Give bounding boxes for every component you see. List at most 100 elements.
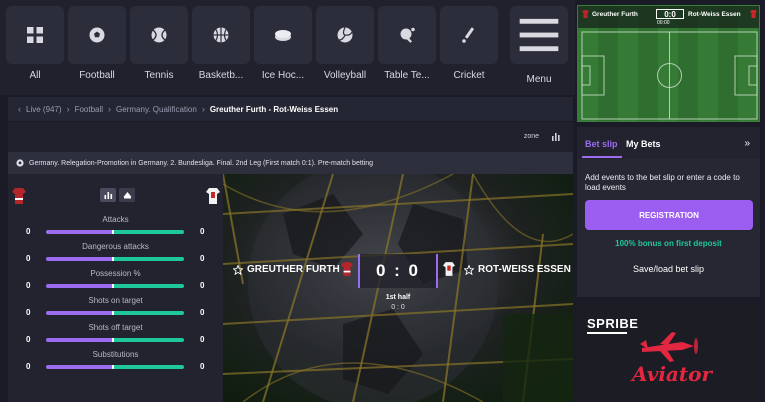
stat-label: Shots off target: [88, 323, 143, 332]
sport-label-table-tennis[interactable]: Table Te...: [375, 70, 439, 81]
chevron-right-icon: ›: [108, 104, 112, 114]
volleyball-icon: [337, 27, 353, 43]
breadcrumb: ‹ Live (947) › Football › Germany. Quali…: [8, 97, 573, 121]
pitch-home-team: Greuther Furth: [592, 11, 638, 18]
stats-view-tabs: [100, 188, 135, 202]
double-chevron-right-icon[interactable]: »: [744, 138, 750, 149]
pitch-header: Greuther Furth 0:0 00:00 Rot-Weiss Essen: [578, 6, 759, 28]
sport-tile-table-tennis[interactable]: [378, 6, 436, 64]
bet-slip-panel: Bet slip My Bets » Add events to the bet…: [577, 127, 760, 297]
stats-tab-pitch[interactable]: [119, 188, 135, 202]
stat-home-value: 0: [26, 308, 31, 317]
sport-label-football[interactable]: Football: [65, 70, 129, 81]
tab-my-bets[interactable]: My Bets: [626, 139, 661, 149]
stat-away-value: 0: [200, 362, 205, 371]
sport-tile-basketball[interactable]: [192, 6, 250, 64]
airplane-icon: [640, 332, 698, 362]
grid-icon: [27, 27, 43, 43]
hockey-puck-icon: [275, 30, 291, 41]
away-shirt-icon: [206, 188, 220, 204]
menu-button[interactable]: [510, 6, 568, 64]
stat-row-attacks: Attacks 0 0: [8, 215, 223, 242]
stat-row-possession: Possession % 0 0: [8, 269, 223, 296]
pitch-clock: 00:00: [657, 20, 670, 26]
stat-away-value: 0: [200, 254, 205, 263]
stat-bar: [46, 338, 184, 342]
home-shirt-icon: [341, 262, 353, 276]
stat-home-value: 0: [26, 281, 31, 290]
breadcrumb-match: Greuther Furth - Rot-Weiss Essen: [209, 104, 339, 114]
football-icon: [16, 159, 24, 167]
registration-button[interactable]: REGISTRATION: [585, 200, 753, 230]
sport-tile-volleyball[interactable]: [316, 6, 374, 64]
stat-bar: [46, 284, 184, 288]
league-header: Germany. Relegation-Promotion in Germany…: [8, 152, 573, 174]
sport-label-all[interactable]: All: [3, 70, 67, 81]
stat-row-substitutions: Substitutions 0 0: [8, 350, 223, 377]
stat-away-value: 0: [200, 335, 205, 344]
score-strip: GREUTHER FURTH 0 : 0 ROT-WEISS ESSEN: [223, 252, 573, 290]
sport-label-volleyball[interactable]: Volleyball: [313, 70, 377, 81]
match-score: 0 : 0: [358, 254, 438, 288]
stat-away-value: 0: [200, 308, 205, 317]
match-stats-panel: Attacks 0 0 Dangerous attacks 0 0 Posses…: [8, 174, 223, 402]
match-period: 1st half: [385, 294, 411, 301]
breadcrumb-live[interactable]: Live (947): [26, 105, 62, 114]
hamburger-icon: [519, 18, 559, 52]
stat-row-shots-off-target: Shots off target 0 0: [8, 323, 223, 350]
away-shirt-icon: [750, 10, 757, 18]
sport-tile-tennis[interactable]: [130, 6, 188, 64]
stat-away-value: 0: [200, 227, 205, 236]
chevron-right-icon: ›: [201, 104, 205, 114]
stat-label: Possession %: [90, 269, 141, 278]
zone-toggle[interactable]: zone: [524, 133, 539, 140]
bonus-text: 100% bonus on first deposit: [615, 239, 722, 248]
match-scoreboard: GREUTHER FURTH 0 : 0 ROT-WEISS ESSEN 1st…: [223, 174, 573, 402]
sport-tile-football[interactable]: [68, 6, 126, 64]
sport-tile-cricket[interactable]: [440, 6, 498, 64]
star-icon[interactable]: [464, 265, 474, 275]
menu-label[interactable]: Menu: [510, 74, 568, 85]
basketball-icon: [213, 27, 229, 43]
breadcrumb-tournament[interactable]: Germany. Qualification: [116, 105, 197, 114]
match-toolbar: zone: [8, 122, 573, 152]
stat-home-value: 0: [26, 362, 31, 371]
stat-row-shots-on-target: Shots on target 0 0: [8, 296, 223, 323]
sport-tile-ice-hockey[interactable]: [254, 6, 312, 64]
pitch-score: 0:0: [656, 9, 684, 19]
tab-bet-slip[interactable]: Bet slip: [585, 139, 618, 149]
stat-label: Shots on target: [88, 296, 143, 305]
sports-nav: All Football Tennis Basketb... Ice Hoc..…: [0, 0, 575, 95]
bar-chart-icon: [104, 192, 112, 199]
sport-label-basketball[interactable]: Basketb...: [189, 70, 253, 81]
chevron-left-icon[interactable]: ‹: [18, 104, 21, 114]
active-tab-indicator: [582, 156, 622, 158]
bet-slip-info: Add events to the bet slip or enter a co…: [585, 173, 740, 192]
aviator-logo: Aviator: [632, 362, 712, 386]
stat-row-dangerous-attacks: Dangerous attacks 0 0: [8, 242, 223, 269]
breadcrumb-sport[interactable]: Football: [75, 105, 103, 114]
bar-chart-icon[interactable]: [551, 131, 561, 141]
stat-label: Attacks: [102, 215, 129, 224]
home-team-name: GREUTHER FURTH: [247, 264, 340, 275]
sport-label-ice-hockey[interactable]: Ice Hoc...: [251, 70, 315, 81]
away-team-name: ROT-WEISS ESSEN: [478, 264, 571, 275]
stats-tab-chart[interactable]: [100, 188, 116, 202]
aviator-promo-banner[interactable]: SPRIBE Aviator: [577, 304, 760, 402]
home-shirt-icon: [12, 188, 26, 204]
period-score: 0 : 0: [391, 304, 405, 311]
save-load-bet-slip-link[interactable]: Save/load bet slip: [577, 264, 760, 274]
stat-home-value: 0: [26, 227, 31, 236]
star-icon[interactable]: [233, 265, 243, 275]
home-shirt-icon: [582, 10, 589, 18]
stat-home-value: 0: [26, 335, 31, 344]
chevron-right-icon: ›: [66, 104, 70, 114]
sport-label-cricket[interactable]: Cricket: [437, 70, 501, 81]
sport-tile-all[interactable]: [6, 6, 64, 64]
stat-away-value: 0: [200, 281, 205, 290]
stat-bar: [46, 311, 184, 315]
stat-bar: [46, 365, 184, 369]
live-pitch-tracker[interactable]: Greuther Furth 0:0 00:00 Rot-Weiss Essen: [577, 5, 760, 122]
stat-label: Substitutions: [92, 350, 139, 359]
sport-label-tennis[interactable]: Tennis: [127, 70, 191, 81]
